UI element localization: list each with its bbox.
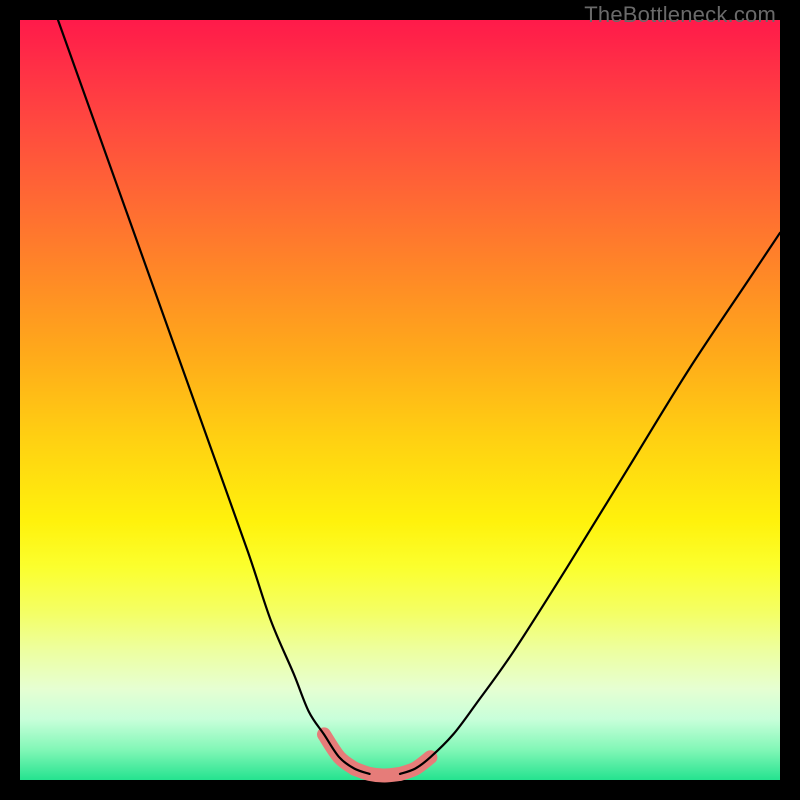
chart-frame: TheBottleneck.com — [0, 0, 800, 800]
curves-svg — [20, 20, 780, 780]
right-curve — [400, 233, 780, 774]
watermark-text: TheBottleneck.com — [584, 2, 776, 28]
left-curve — [58, 20, 370, 774]
plot-area — [20, 20, 780, 780]
